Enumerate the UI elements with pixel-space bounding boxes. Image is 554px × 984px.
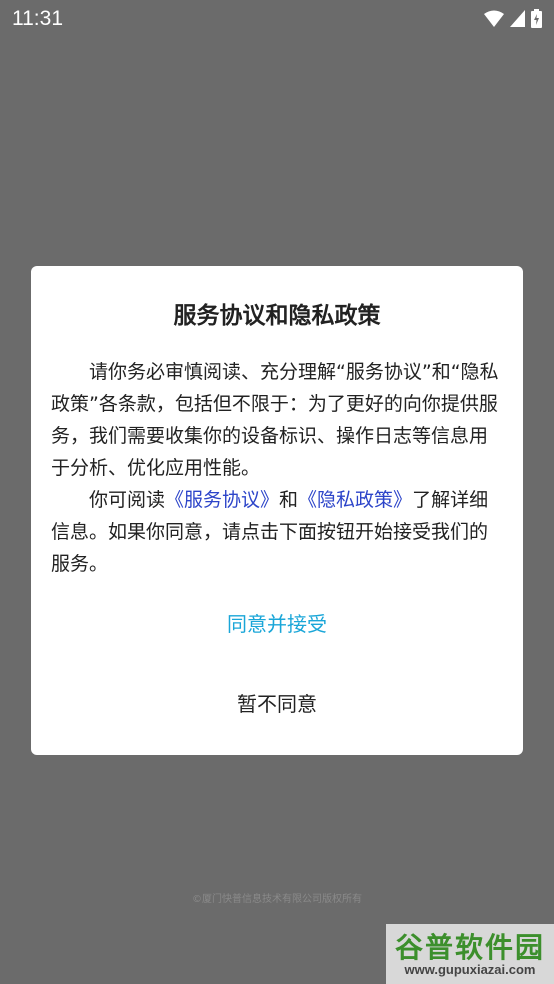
wifi-icon bbox=[484, 10, 504, 27]
status-bar: 11:31 bbox=[0, 0, 554, 38]
and-text: 和 bbox=[279, 489, 299, 511]
paragraph2-prefix: 你可阅读 bbox=[89, 489, 166, 511]
agree-button[interactable]: 同意并接受 bbox=[31, 604, 523, 644]
copyright-text: ©厦门快普信息技术有限公司版权所有 bbox=[192, 894, 362, 905]
dialog-paragraph-2: 你可阅读《服务协议》和《隐私政策》了解详细信息。如果你同意，请点击下面按钮开始接… bbox=[51, 484, 506, 580]
signal-icon bbox=[510, 10, 525, 27]
dialog-title: 服务协议和隐私政策 bbox=[173, 303, 381, 329]
decline-button[interactable]: 暂不同意 bbox=[31, 684, 523, 724]
watermark-url: www.gupuxiazai.com bbox=[404, 962, 536, 977]
battery-icon bbox=[531, 9, 542, 28]
service-agreement-link[interactable]: 《服务协议》 bbox=[165, 489, 279, 511]
status-icons bbox=[484, 9, 542, 28]
watermark-logo: 谷普软件园 www.gupuxiazai.com bbox=[386, 924, 554, 984]
privacy-policy-link[interactable]: 《隐私政策》 bbox=[298, 489, 412, 511]
dialog-body: 请你务必审慎阅读、充分理解“服务协议”和“隐私政策”各条款，包括但不限于：为了更… bbox=[51, 356, 506, 580]
status-time: 11:31 bbox=[12, 7, 63, 30]
watermark-title: 谷普软件园 bbox=[394, 931, 545, 964]
privacy-dialog: 服务协议和隐私政策 请你务必审慎阅读、充分理解“服务协议”和“隐私政策”各条款，… bbox=[31, 266, 523, 755]
dialog-paragraph-1: 请你务必审慎阅读、充分理解“服务协议”和“隐私政策”各条款，包括但不限于：为了更… bbox=[51, 361, 499, 479]
